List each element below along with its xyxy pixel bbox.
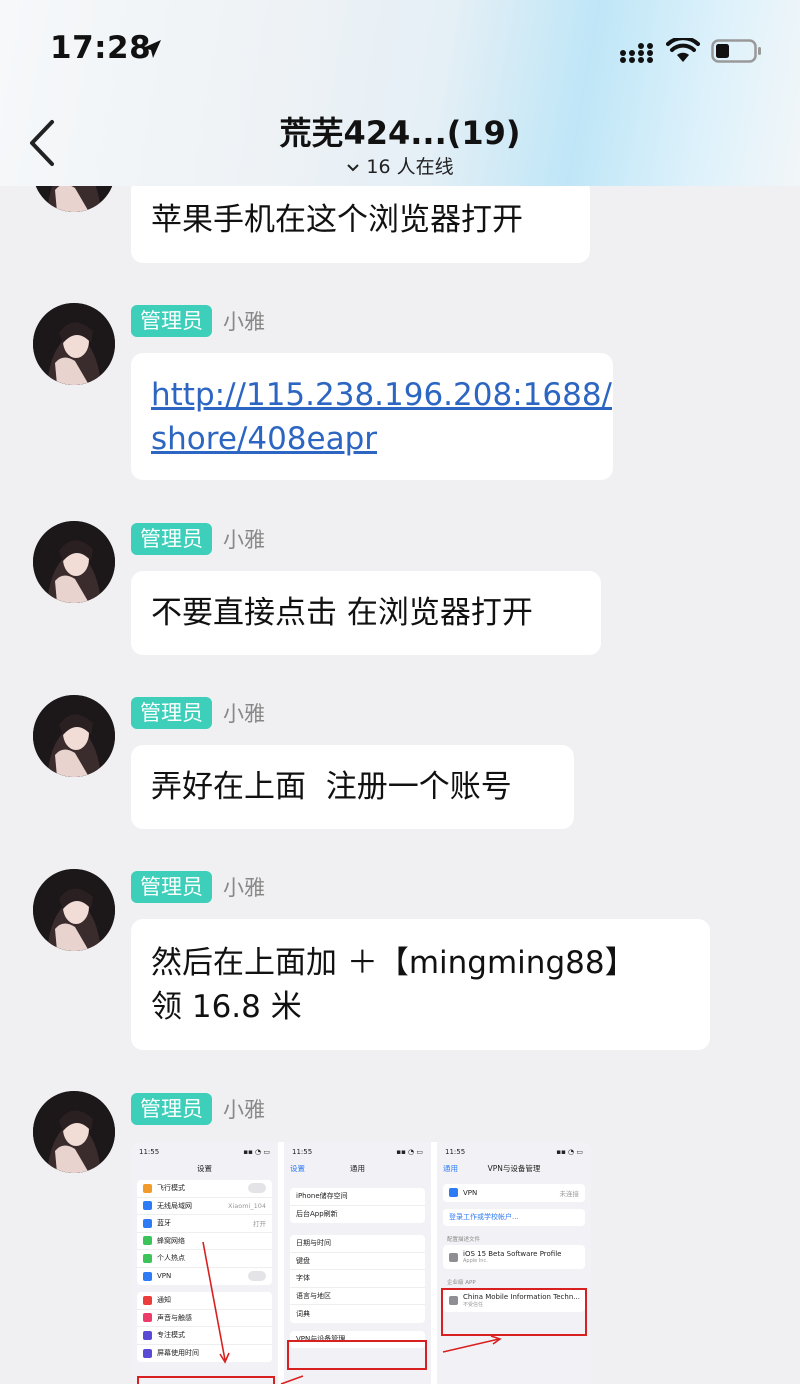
message-image[interactable]: 11:55 ▪▪ ◔ ▭ 设置 飞行模式 无线局域网 Xiaomi_104 蓝牙 打开…	[131, 1142, 591, 1384]
avatar[interactable]	[33, 695, 115, 777]
message-meta: 管理员 小雅	[131, 523, 265, 555]
role-badge: 管理员	[131, 697, 212, 729]
sender-name: 小雅	[223, 528, 265, 552]
chat-title: 荒芜424...(19)	[279, 114, 521, 152]
message-bubble[interactable]: 弄好在上面 注册一个账号	[131, 745, 574, 829]
message-meta: 管理员 小雅	[131, 697, 265, 729]
status-time: 17:28	[50, 30, 152, 66]
avatar[interactable]	[33, 1091, 115, 1173]
message-bubble[interactable]: 苹果手机在这个浏览器打开	[131, 178, 590, 263]
message-line-1: 然后在上面加 ＋【mingming88】	[151, 945, 636, 981]
message-bubble[interactable]: 不要直接点击 在浏览器打开	[131, 571, 601, 655]
message-bubble[interactable]: 然后在上面加 ＋【mingming88】领 16.8 米	[131, 919, 710, 1050]
annotation-arrows	[202, 1241, 502, 1384]
avatar[interactable]	[33, 521, 115, 603]
role-badge: 管理员	[131, 871, 212, 903]
sender-name: 小雅	[223, 1098, 265, 1122]
battery-icon	[711, 39, 761, 63]
message-bubble: http://115.238.196.208:1688/shore/408eap…	[131, 353, 613, 480]
message-meta: 管理员 小雅	[131, 1093, 265, 1125]
message-line-2: 领 16.8 米	[151, 989, 302, 1025]
online-count[interactable]: 16 人在线	[0, 152, 800, 179]
link-line-1: http://115.238.196.208:1688/	[151, 377, 612, 413]
avatar[interactable]	[33, 303, 115, 385]
role-badge: 管理员	[131, 523, 212, 555]
online-count-label: 16 人在线	[366, 156, 454, 178]
message-meta: 管理员 小雅	[131, 871, 265, 903]
message-link[interactable]: http://115.238.196.208:1688/shore/408eap…	[151, 377, 612, 457]
cellular-signal-icon	[620, 43, 653, 63]
chevron-down-icon	[347, 163, 360, 171]
wifi-icon	[666, 38, 700, 62]
message-meta: 管理员 小雅	[131, 305, 265, 337]
role-badge: 管理员	[131, 305, 212, 337]
link-line-2: shore/408eapr	[151, 421, 378, 457]
top-bar: 17:28 荒芜424...(19) 16 人在线	[0, 0, 800, 186]
role-badge: 管理员	[131, 1093, 212, 1125]
sender-name: 小雅	[223, 876, 265, 900]
location-arrow-icon	[143, 40, 161, 58]
sender-name: 小雅	[223, 310, 265, 334]
sender-name: 小雅	[223, 702, 265, 726]
avatar[interactable]	[33, 869, 115, 951]
